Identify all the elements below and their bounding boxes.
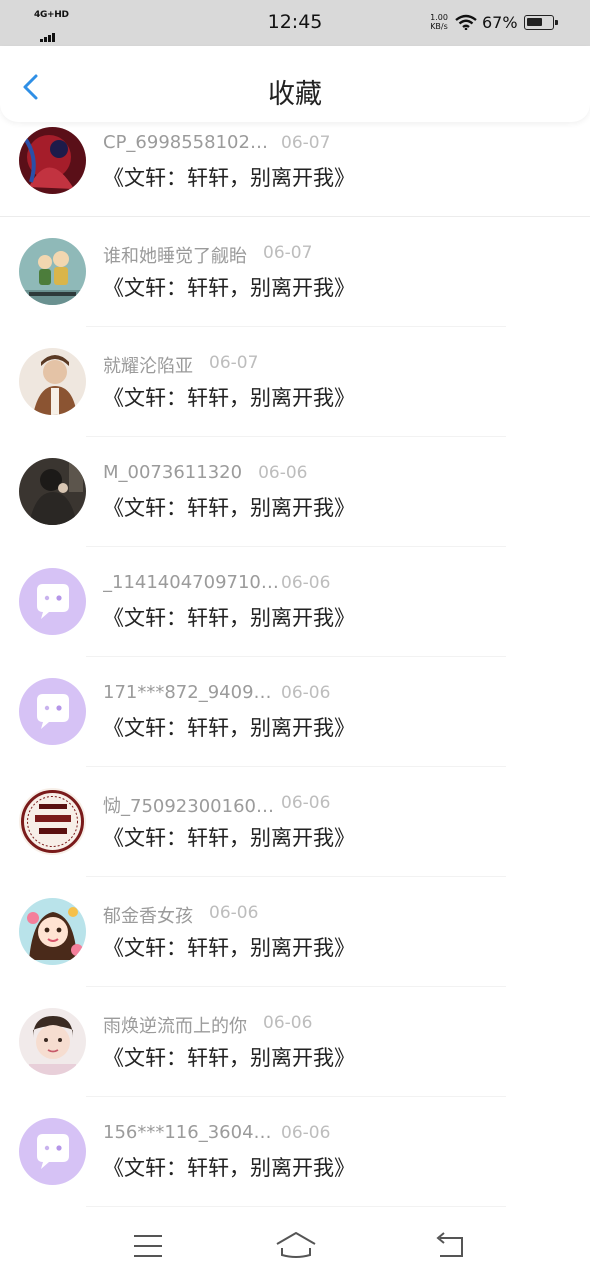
avatar[interactable] [19,348,86,415]
list-item[interactable]: 恸_75092300160… 06-06 《文轩：轩轩，别离开我》 [0,782,590,892]
battery-fill [527,18,542,26]
username: 171***872_9409… [103,682,272,703]
username: CP_6998558102… [103,132,268,153]
date: 06-07 [209,353,259,373]
list-item[interactable]: 就耀沦陷亚 06-07 《文轩：轩轩，别离开我》 [0,342,590,452]
date: 06-06 [281,573,331,593]
username: 郁金香女孩 [103,906,193,927]
divider [86,1096,506,1097]
list-item[interactable]: 雨焕逆流而上的你 06-06 《文轩：轩轩，别离开我》 [0,1002,590,1112]
avatar[interactable] [19,127,86,194]
username: 156***116_3604… [103,1122,272,1143]
divider [86,986,506,987]
item-title: 《文轩：轩轩，别离开我》 [103,496,355,520]
date: 06-06 [258,463,308,483]
divider [86,436,506,437]
item-title: 《文轩：轩轩，别离开我》 [103,606,355,630]
avatar[interactable] [19,458,86,525]
list-item[interactable]: 156***116_3604… 06-06 《文轩：轩轩，别离开我》 [0,1112,590,1222]
menu-button[interactable] [128,1228,168,1264]
navigation-bar [0,1212,590,1280]
list-item[interactable]: 郁金香女孩 06-06 《文轩：轩轩，别离开我》 [0,892,590,1002]
username: 雨焕逆流而上的你 [103,1016,247,1037]
speed-unit: KB/s [430,22,448,31]
divider [0,216,590,217]
item-title: 《文轩：轩轩，别离开我》 [103,386,355,410]
avatar[interactable] [19,238,86,305]
date: 06-06 [281,1123,331,1143]
divider [86,546,506,547]
battery-percent: 67% [482,13,518,32]
item-title: 《文轩：轩轩，别离开我》 [103,826,355,850]
avatar[interactable] [19,678,86,745]
username: 谁和她睡觉了觎眙 [103,246,247,267]
divider [86,876,506,877]
date: 06-07 [281,133,331,153]
list-item[interactable]: 171***872_9409… 06-06 《文轩：轩轩，别离开我》 [0,672,590,782]
item-title: 《文轩：轩轩，别离开我》 [103,1046,355,1070]
date: 06-06 [209,903,259,923]
header: 收藏 [0,46,590,122]
username: 恸_75092300160… [103,796,274,817]
item-title: 《文轩：轩轩，别离开我》 [103,1156,355,1180]
avatar[interactable] [19,1118,86,1185]
status-bar: 4G+HD 12:45 1.00 KB/s 67% [0,0,590,46]
screen: 4G+HD 12:45 1.00 KB/s 67% 收藏 CP_69985581… [0,0,590,1280]
date: 06-06 [263,1013,313,1033]
avatar[interactable] [19,1008,86,1075]
divider [86,766,506,767]
avatar[interactable] [19,898,86,965]
avatar[interactable] [19,788,86,855]
date: 06-06 [281,793,331,813]
divider [86,1206,506,1207]
menu-icon [134,1235,162,1257]
list-item[interactable]: 谁和她睡觉了觎眙 06-07 《文轩：轩轩，别离开我》 [0,232,590,342]
divider [86,326,506,327]
item-title: 《文轩：轩轩，别离开我》 [103,936,355,960]
wifi-icon [455,14,477,30]
page-title: 收藏 [268,79,322,110]
divider [86,656,506,657]
list-item[interactable]: CP_6998558102… 06-07 《文轩：轩轩，别离开我》 [0,122,590,232]
date: 06-07 [263,243,313,263]
username: 就耀沦陷亚 [103,356,193,377]
avatar[interactable] [19,568,86,635]
speed-value: 1.00 [430,13,448,22]
back-icon [436,1232,463,1257]
home-button[interactable] [275,1228,317,1264]
list-item[interactable]: M_0073611320 06-06 《文轩：轩轩，别离开我》 [0,452,590,562]
home-icon [276,1232,316,1258]
back-nav-button[interactable] [430,1228,470,1264]
date: 06-06 [281,683,331,703]
network-speed: 1.00 KB/s [427,13,451,31]
item-title: 《文轩：轩轩，别离开我》 [103,166,355,190]
battery-icon [524,15,558,30]
list-item[interactable]: _1141404709710… 06-06 《文轩：轩轩，别离开我》 [0,562,590,672]
item-title: 《文轩：轩轩，别离开我》 [103,276,355,300]
username: M_0073611320 [103,462,243,483]
item-title: 《文轩：轩轩，别离开我》 [103,716,355,740]
username: _1141404709710… [103,572,279,593]
